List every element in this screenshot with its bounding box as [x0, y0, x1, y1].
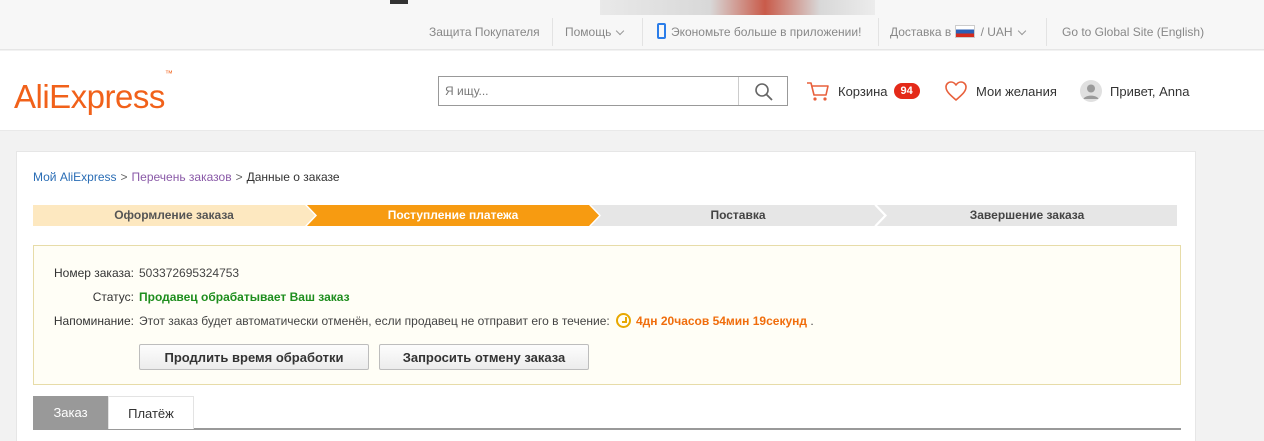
order-info-box: Номер заказа: 503372695324753 Статус: Пр… [33, 245, 1181, 385]
site-header: AliExpress™ Корзина 94 Мои желания [0, 51, 1264, 131]
chevron-down-icon [1017, 26, 1026, 36]
request-cancellation-button[interactable]: Запросить отмену заказа [379, 344, 589, 370]
search-input[interactable] [439, 77, 738, 105]
order-number-row: Номер заказа: 503372695324753 [34, 266, 1134, 282]
cart-link[interactable]: Корзина 94 [806, 78, 920, 104]
cart-label: Корзина [838, 83, 888, 99]
clock-icon [616, 313, 631, 328]
order-details-card: Мой AliExpress > Перечень заказов > Данные о… [16, 151, 1196, 441]
search-bar [438, 76, 788, 106]
order-reminder-label: Напоминание: [53, 314, 134, 328]
step-payment: Поступление платежа [307, 205, 599, 226]
breadcrumb-current: Данные о заказе [246, 170, 340, 184]
step-order-placed: Оформление заказа [33, 205, 315, 226]
top-utility-bar: Защита Покупателя Помощь Экономьте больш… [0, 0, 1264, 50]
logo-text: AliExpress [14, 78, 165, 115]
breadcrumb-separator: > [120, 170, 128, 184]
wishlist-label: Мои желания [976, 83, 1057, 99]
extend-processing-time-button[interactable]: Продлить время обработки [139, 344, 369, 370]
order-status-value: Продавец обрабатывает Ваш заказ [139, 290, 350, 304]
order-number-label: Номер заказа: [53, 266, 134, 280]
step-completion: Завершение заказа [877, 205, 1177, 226]
topbar-divider [552, 18, 553, 46]
order-number-value: 503372695324753 [139, 266, 240, 280]
phone-icon [657, 23, 666, 39]
order-reminder-text: Этот заказ будет автоматически отменён, … [139, 314, 610, 328]
cart-icon [807, 82, 829, 101]
account-menu[interactable]: Привет, Anna [1080, 78, 1190, 104]
order-progress-steps: Оформление заказа Поступление платежа По… [33, 205, 1177, 226]
countdown-timer: 4дн 20часов 54мин 19секунд . [616, 313, 814, 328]
search-button[interactable] [738, 77, 787, 105]
banner-fragment [390, 0, 408, 4]
breadcrumb-my-aliexpress[interactable]: Мой AliExpress [33, 170, 117, 184]
breadcrumb-order-list[interactable]: Перечень заказов [132, 170, 232, 184]
step-label: Завершение заказа [969, 208, 1085, 222]
breadcrumb: Мой AliExpress > Перечень заказов > Данные о… [33, 170, 340, 184]
global-site-link[interactable]: Go to Global Site (English) [1062, 24, 1204, 40]
topbar-divider [1046, 18, 1047, 46]
breadcrumb-separator: > [235, 170, 243, 184]
russia-flag-icon [954, 25, 975, 38]
buyer-protection-link[interactable]: Защита Покупателя [429, 24, 540, 40]
order-tabs: Заказ Платёж [33, 396, 1181, 430]
cart-count-badge: 94 [893, 83, 920, 99]
countdown-value: 4дн 20часов 54мин 19секунд [636, 314, 807, 328]
chevron-down-icon [616, 26, 625, 36]
tab-payment[interactable]: Платёж [108, 396, 194, 429]
order-status-row: Статус: Продавец обрабатывает Ваш заказ [34, 290, 1134, 306]
help-menu[interactable]: Помощь [565, 24, 625, 40]
user-avatar-icon [1080, 80, 1102, 102]
step-label: Поставка [710, 208, 766, 222]
topbar-divider [878, 18, 879, 46]
help-label: Помощь [565, 25, 612, 39]
order-reminder-row: Напоминание: Этот заказ будет автоматиче… [34, 313, 1134, 332]
app-promo-label: Экономьте больше в приложении! [671, 25, 862, 39]
step-label: Оформление заказа [114, 208, 234, 222]
trademark-mark: ™ [164, 69, 173, 78]
greeting-label: Привет, Anna [1110, 83, 1190, 99]
wishlist-link[interactable]: Мои желания [944, 78, 1057, 104]
app-promo-link[interactable]: Экономьте больше в приложении! [657, 23, 861, 40]
buyer-protection-label: Защита Покупателя [429, 25, 540, 39]
currency-label: / UAH [980, 25, 1013, 39]
step-label: Поступление платежа [387, 208, 519, 222]
promo-banner-strip[interactable] [600, 0, 875, 15]
step-shipping: Поставка [591, 205, 885, 226]
shipping-currency-menu[interactable]: Доставка в / UAH [890, 24, 1026, 40]
tab-order[interactable]: Заказ [33, 396, 108, 429]
topbar-divider [642, 18, 643, 46]
search-icon [755, 83, 773, 101]
countdown-suffix: . [810, 314, 814, 328]
heart-icon [945, 81, 967, 101]
aliexpress-logo[interactable]: AliExpress™ [14, 69, 173, 116]
shipping-label: Доставка в [890, 25, 952, 39]
global-site-label: Go to Global Site (English) [1062, 25, 1205, 39]
order-status-label: Статус: [92, 290, 134, 304]
